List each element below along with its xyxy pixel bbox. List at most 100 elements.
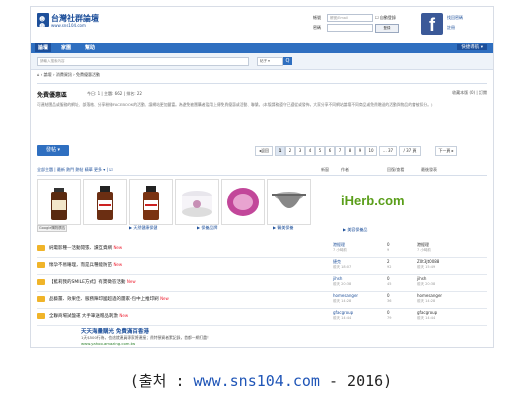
thread-author[interactable]: homesanger: [333, 293, 358, 298]
page-5[interactable]: 5: [315, 146, 325, 156]
table-row[interactable]: 全聯商場試盤運 大手筆送贈品刺激 New gfacgroup 前天 14:44 …: [37, 309, 487, 326]
thread-last-poster[interactable]: jihsh: [417, 276, 426, 281]
new-post-button[interactable]: 發帖 ▾: [37, 145, 69, 156]
page-6[interactable]: 6: [325, 146, 335, 156]
page-4[interactable]: 4: [305, 146, 315, 156]
thread-views: 9: [387, 248, 390, 252]
iherb-logo[interactable]: iHerb.com: [341, 193, 405, 208]
nav-forum[interactable]: 論壇: [35, 43, 52, 52]
thread-last-poster[interactable]: homesanger: [417, 293, 442, 298]
text-ad-headline[interactable]: 天天海量購光 免費滿百香港: [81, 327, 281, 335]
forum-title[interactable]: 免費優惠區: [37, 90, 67, 99]
folder-icon: [37, 296, 45, 302]
new-badge: New: [126, 279, 136, 284]
search-input[interactable]: 請輸入搜索內容: [37, 57, 249, 66]
thread-title[interactable]: 全聯商場試盤運 大手筆送贈品刺激 New: [49, 313, 128, 319]
forum-info: 免費優惠區 今日: 1 | 主題: 662 | 排名: 22 收藏本版 (0) …: [37, 83, 487, 138]
table-row[interactable]: 純電影種—活動開張、讀互資網 New 港經理 7 小時前 0 9 港經理 7 小…: [37, 241, 487, 258]
thread-replies: 2: [387, 259, 390, 264]
thread-last-poster[interactable]: Z0t3Jt0088: [417, 259, 439, 264]
page-3[interactable]: 3: [295, 146, 305, 156]
site-header: ☻☻ 台灣社群論壇 www.sns104.com 帳號 帳號/Email ☐ 自…: [31, 7, 493, 43]
product-strainer[interactable]: [267, 179, 311, 225]
page-37[interactable]: ... 37: [379, 146, 397, 156]
page-10[interactable]: 10: [365, 146, 377, 156]
page-7[interactable]: 7: [335, 146, 345, 156]
page-back-button[interactable]: ◂返回: [255, 146, 273, 156]
table-row[interactable]: 品藝薑、效果佳、服務陣印國超過的團家-包中上推印刷 New homesanger…: [37, 292, 487, 309]
thread-title[interactable]: 懷孕不易睡理，而是兵種能防苗 New: [49, 262, 122, 268]
page-jump[interactable]: / 37 頁: [399, 146, 421, 156]
thread-replies: 0: [387, 242, 390, 247]
thread-title[interactable]: 【藍莉我的SMILE方式】有獎徵答活動 New: [49, 279, 136, 285]
breadcrumb[interactable]: ⌂ › 論壇 › 消費資訊 › 免費優惠活動: [37, 72, 100, 78]
site-logo[interactable]: ☻☻ 台灣社群論壇 www.sns104.com: [37, 13, 99, 33]
thread-last-poster[interactable]: gfacgroup: [417, 310, 437, 315]
ad-caption-4[interactable]: ▶ 美容保養品: [343, 227, 367, 233]
col-new-window[interactable]: 新窗: [321, 167, 329, 173]
filter-links[interactable]: 全部主題 | 最新 熱門 熱帖 精華 更多 ▾ | ☑: [37, 167, 113, 173]
col-last-post: 最後發表: [421, 167, 437, 172]
product-bottle-1[interactable]: [37, 179, 81, 225]
product-ad-banner[interactable]: Google購物廣告 ▶ 天然健康保健 ▶ 保養品牌 ▶ 醫美保養: [37, 179, 357, 239]
strainer-image: [272, 192, 306, 208]
text-ad-url[interactable]: www.yahoo.amazing.com.tw: [81, 341, 281, 346]
caption-prefix: (출처 :: [129, 372, 194, 390]
account-input[interactable]: 帳號/Email: [327, 14, 373, 22]
ad-caption-1[interactable]: ▶ 天然健康保健: [129, 225, 157, 231]
thread-title-text: 懷孕不易睡理，而是兵種能防苗: [49, 263, 112, 268]
thread-author[interactable]: jihsh: [333, 276, 342, 281]
google-ad-label[interactable]: Google購物廣告: [37, 225, 68, 232]
password-label: 密碼: [313, 25, 321, 30]
col-author: 作者: [341, 167, 349, 172]
page-2[interactable]: 2: [285, 146, 295, 156]
soap-image: [227, 188, 259, 216]
thread-title[interactable]: 純電影種—活動開張、讀互資網 New: [49, 245, 122, 251]
thread-author-time: 前天 18:07: [333, 265, 352, 269]
product-bottle-2[interactable]: [83, 179, 127, 225]
thread-views: 79: [387, 316, 392, 320]
folder-icon: [37, 313, 45, 319]
col-replies: 回復/查看: [387, 167, 405, 172]
page-1[interactable]: 1: [275, 146, 285, 156]
source-caption: (출처 : www.sns104.com - 2016): [0, 370, 522, 391]
thread-filter-bar: 全部主題 | 最新 熱門 熱帖 精華 更多 ▾ | ☑ 新窗 作者 回復/查看 …: [37, 165, 487, 176]
search-icon[interactable]: Q: [283, 57, 292, 65]
thread-title-text: 品藝薑、效果佳、服務陣印國超過的團家-包中上推印刷: [49, 297, 159, 302]
thread-title[interactable]: 品藝薑、效果佳、服務陣印國超過的團家-包中上推印刷 New: [49, 296, 169, 302]
forum-stats: 今日: 1 | 主題: 662 | 排名: 22: [87, 91, 142, 96]
forgot-password-link[interactable]: 找回密碼: [447, 15, 463, 21]
table-row[interactable]: 懷孕不易睡理，而是兵種能防苗 New 捷克 前天 18:07 2 92 Z0t3…: [37, 258, 487, 275]
ad-caption-2[interactable]: ▶ 保養品牌: [197, 225, 217, 231]
thread-last-time: 7 小時前: [417, 248, 431, 252]
autologin-checkbox[interactable]: ☐ 自動登錄: [375, 15, 396, 21]
ad-caption-3[interactable]: ▶ 醫美保養: [273, 225, 293, 231]
nav-home[interactable]: 家園: [61, 44, 71, 51]
forum-subscribe-links[interactable]: 收藏本版 (0) | 訂閱: [452, 90, 487, 96]
product-jar[interactable]: [175, 179, 219, 225]
login-form: 帳號 帳號/Email ☐ 自動登錄 密碼 登錄 f 找回密碼 註冊: [313, 13, 491, 39]
password-input[interactable]: [327, 24, 373, 32]
thread-last-time: 前天 14:44: [417, 316, 436, 320]
thread-title-text: 全聯商場試盤運 大手筆送贈品刺激: [49, 314, 118, 319]
search-type-select[interactable]: 帖子 ▾: [257, 57, 283, 66]
logo-people-icon: ☻☻: [37, 13, 49, 30]
table-row[interactable]: 【藍莉我的SMILE方式】有獎徵答活動 New jihsh 前天 20:38 0…: [37, 275, 487, 292]
thread-author[interactable]: gfacgroup: [333, 310, 353, 315]
login-button[interactable]: 登錄: [375, 24, 399, 33]
new-badge: New: [119, 313, 129, 318]
new-badge: New: [160, 296, 169, 301]
facebook-icon[interactable]: f: [421, 13, 443, 35]
page-9[interactable]: 9: [355, 146, 365, 156]
forum-description: 可連結團品或服務的網址、部落格、分享粉絲FACEBOOK的活動、讓網站更加豐富。…: [37, 102, 433, 107]
folder-icon: [37, 245, 45, 251]
quick-nav-button[interactable]: 快捷導航 ▾: [457, 44, 487, 50]
register-link[interactable]: 註冊: [447, 25, 455, 31]
product-soap[interactable]: [221, 179, 265, 225]
product-bottle-3[interactable]: [129, 179, 173, 225]
nav-help[interactable]: 幫助: [85, 44, 95, 51]
page-8[interactable]: 8: [345, 146, 355, 156]
page-next-button[interactable]: 下一頁 ▸: [435, 146, 457, 156]
text-ad[interactable]: 天天海量購光 免費滿百香港 1天$500行為，也這就連員專家將連接；費特預資者累…: [81, 327, 281, 346]
logo-subtitle: www.sns104.com: [51, 23, 86, 28]
